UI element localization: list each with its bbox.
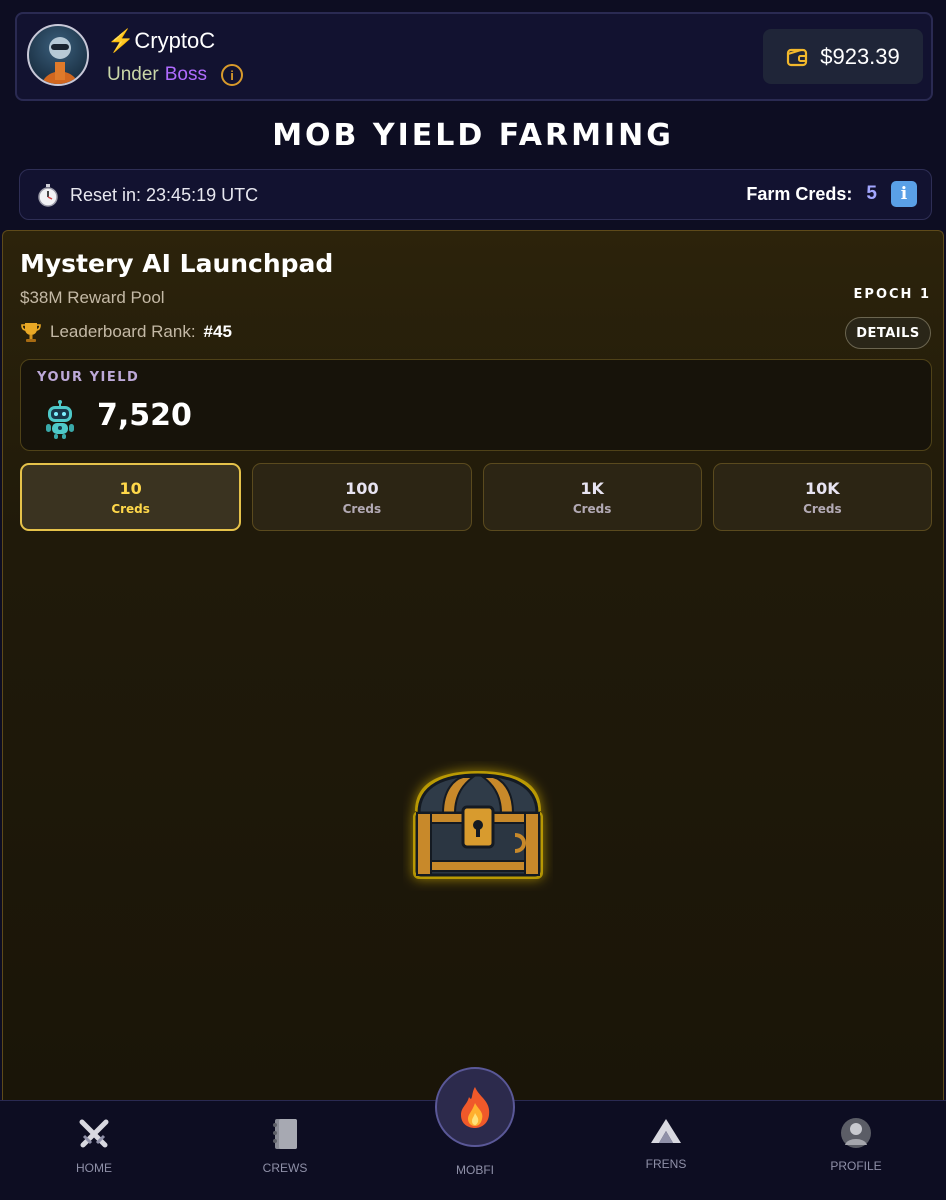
nav-profile-label: PROFILE [830, 1159, 882, 1173]
stopwatch-icon [38, 184, 58, 207]
details-button[interactable]: DETAILS [845, 317, 931, 349]
trophy-icon [21, 323, 41, 342]
frens-icon [651, 1119, 681, 1143]
yield-label: YOUR YIELD [37, 370, 140, 385]
robot-icon [46, 400, 74, 439]
nav-home-label: HOME [76, 1161, 112, 1175]
profile-avatar-icon [841, 1118, 871, 1148]
cred-amount: 10K [805, 478, 840, 498]
your-yield-box: YOUR YIELD 7,520 [20, 359, 932, 451]
reset-label: Reset in: 23:45:19 UTC [70, 184, 259, 205]
cred-amount: 100 [345, 478, 379, 498]
cred-unit: Creds [572, 501, 612, 516]
rank-name: Boss [164, 64, 207, 85]
wallet-icon [787, 48, 808, 66]
yield-value: 7,520 [97, 398, 192, 433]
farm-creds-value: 5 [866, 183, 877, 204]
cred-unit: Creds [342, 501, 382, 516]
card-title: Mystery AI Launchpad [20, 249, 334, 278]
username: ⚡CryptoC [107, 28, 216, 53]
launchpad-card: Mystery AI Launchpad $38M Reward Pool EP… [2, 230, 944, 1100]
page-title: MOB YIELD FARMING [272, 118, 674, 153]
nav-crews[interactable]: CREWS [225, 1117, 345, 1175]
reset-bar: Reset in: 23:45:19 UTC Farm Creds: 5 i [19, 169, 932, 220]
cred-option-10[interactable]: 10 Creds [20, 463, 242, 531]
nav-mobfi-label: MOBFI [456, 1163, 494, 1177]
rank-info-icon[interactable]: i [221, 64, 243, 86]
nav-frens[interactable]: FRENS [606, 1117, 726, 1171]
cred-amount: 1K [580, 478, 604, 498]
leaderboard-rank: Leaderboard Rank: #45 [20, 321, 232, 343]
bottom-nav: HOME CREWS MOBFI FRENS PROFILE [0, 1067, 946, 1200]
cred-unit: Creds [111, 501, 150, 516]
cred-option-10k[interactable]: 10K Creds [712, 463, 932, 531]
nav-mobfi-button[interactable] [435, 1067, 515, 1147]
cred-unit: Creds [803, 501, 842, 516]
epoch-label: EPOCH 1 [853, 287, 931, 302]
leaderboard-label: Leaderboard Rank: [50, 322, 196, 341]
crossed-swords-icon [79, 1119, 109, 1148]
info-icon[interactable]: i [891, 181, 917, 207]
farm-creds-label: Farm Creds: [746, 183, 853, 204]
nav-crews-label: CREWS [262, 1161, 308, 1175]
avatar[interactable] [27, 24, 89, 86]
cred-options: 10 Creds 100 Creds 1K Creds 10K Creds [20, 463, 932, 531]
nav-frens-label: FRENS [645, 1157, 687, 1171]
reward-pool: $38M Reward Pool [20, 288, 165, 307]
nav-profile[interactable]: PROFILE [796, 1117, 916, 1173]
wallet-value: $923.39 [820, 43, 900, 69]
cred-option-100[interactable]: 100 Creds [252, 463, 472, 531]
cred-option-1k[interactable]: 1K Creds [482, 463, 702, 531]
wallet-balance-button[interactable]: $923.39 [763, 29, 923, 84]
rank-line: Under Boss i [107, 64, 243, 86]
nav-home[interactable]: HOME [34, 1117, 154, 1175]
farm-creds: Farm Creds: 5 i [746, 181, 917, 207]
rank-prefix: Under [107, 64, 159, 85]
fire-icon [461, 1087, 490, 1128]
cred-amount: 10 [119, 478, 142, 498]
leaderboard-value: #45 [203, 322, 232, 341]
reset-timer: Reset in: 23:45:19 UTC [36, 183, 258, 207]
nav-mobfi[interactable]: MOBFI [415, 1163, 535, 1177]
treasure-chest-icon[interactable] [403, 761, 553, 891]
notebook-icon [273, 1119, 297, 1149]
profile-header: ⚡CryptoC Under Boss i $923.39 [15, 12, 933, 101]
